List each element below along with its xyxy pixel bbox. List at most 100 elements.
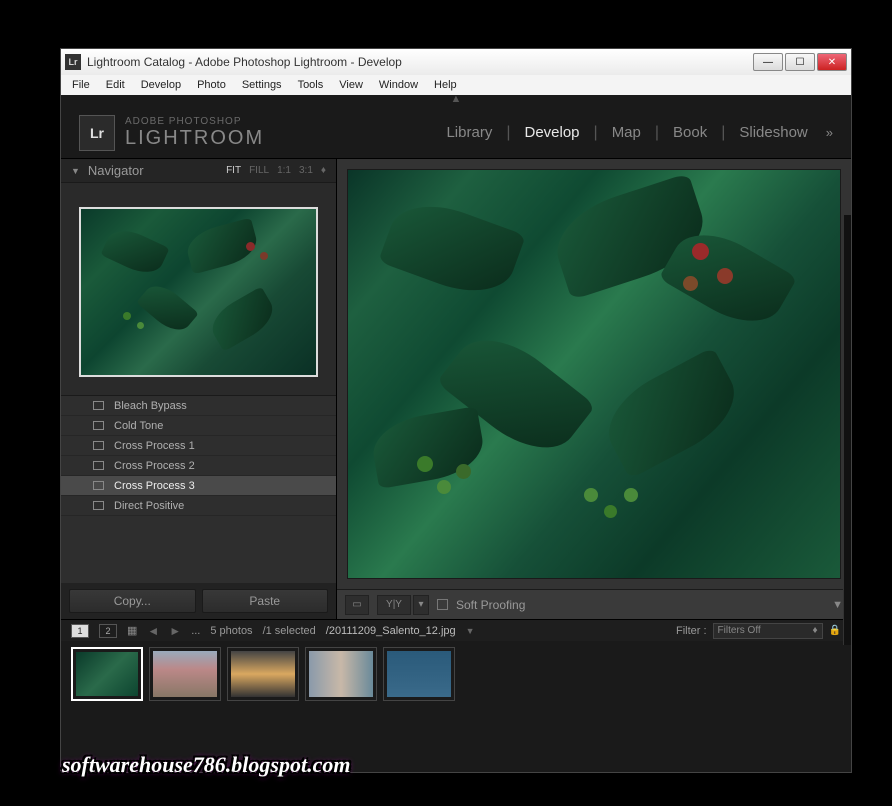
menu-file[interactable]: File	[65, 77, 97, 93]
menu-help[interactable]: Help	[427, 77, 464, 93]
main-image-view[interactable]	[347, 169, 841, 579]
nav-prev-icon[interactable]: ◄	[147, 624, 159, 638]
preset-label: Cross Process 3	[114, 480, 195, 492]
soft-proofing-checkbox[interactable]	[437, 599, 448, 610]
filmstrip-thumb[interactable]	[71, 647, 143, 701]
module-book[interactable]: Book	[667, 124, 713, 141]
menu-edit[interactable]: Edit	[99, 77, 132, 93]
module-picker: Library | Develop | Map | Book | Slidesh…	[440, 124, 833, 142]
brand-subtitle: ADOBE PHOTOSHOP	[125, 116, 264, 127]
navigator-preview[interactable]	[79, 207, 318, 377]
module-more-icon[interactable]: »	[822, 125, 833, 140]
filename-dropdown-icon[interactable]: ▼	[466, 626, 475, 636]
compare-group: Y|Y ▾	[377, 595, 429, 615]
photo-count: 5 photos	[210, 625, 252, 637]
menu-view[interactable]: View	[332, 77, 370, 93]
preset-label: Bleach Bypass	[114, 400, 187, 412]
preset-icon	[93, 401, 104, 410]
filter-label: Filter :	[676, 625, 707, 637]
menu-tools[interactable]: Tools	[291, 77, 331, 93]
navigator-header[interactable]: ▼ Navigator FIT FILL 1:1 3:1 ♦	[61, 159, 336, 183]
app-window: Lr Lightroom Catalog - Adobe Photoshop L…	[60, 48, 852, 773]
top-panel-toggle[interactable]: ▲	[61, 95, 851, 107]
module-map[interactable]: Map	[606, 124, 647, 141]
copy-button[interactable]: Copy...	[69, 589, 196, 613]
right-panel-toggle[interactable]	[843, 215, 851, 645]
selected-count: /1 selected	[263, 625, 316, 637]
left-panel: ▼ Navigator FIT FILL 1:1 3:1 ♦	[61, 159, 337, 619]
filmstrip[interactable]	[61, 641, 851, 707]
paste-button[interactable]: Paste	[202, 589, 329, 613]
menu-settings[interactable]: Settings	[235, 77, 289, 93]
screen-1-button[interactable]: 1	[71, 624, 89, 638]
preset-item[interactable]: Cross Process 1	[61, 436, 336, 456]
loupe-view-button[interactable]: ▭	[345, 595, 369, 615]
close-button[interactable]: ✕	[817, 53, 847, 71]
toolbar-expand-icon[interactable]: ▼	[832, 599, 843, 611]
copy-paste-bar: Copy... Paste	[61, 583, 336, 619]
screen-2-button[interactable]: 2	[99, 624, 117, 638]
zoom-fill[interactable]: FILL	[249, 165, 269, 176]
preset-label: Direct Positive	[114, 500, 184, 512]
preset-item[interactable]: Cross Process 3	[61, 476, 336, 496]
zoom-fit[interactable]: FIT	[226, 165, 241, 176]
navigator-title: Navigator	[88, 163, 144, 178]
preset-item[interactable]: Cold Tone	[61, 416, 336, 436]
menu-develop[interactable]: Develop	[134, 77, 188, 93]
brand-title: LIGHTROOM	[125, 127, 264, 150]
preset-icon	[93, 481, 104, 490]
brand-text: ADOBE PHOTOSHOP LIGHTROOM	[125, 116, 264, 150]
preset-item[interactable]: Cross Process 2	[61, 456, 336, 476]
preset-icon	[93, 421, 104, 430]
maximize-button[interactable]: ☐	[785, 53, 815, 71]
grid-icon[interactable]: ▦	[127, 624, 137, 637]
preset-label: Cold Tone	[114, 420, 163, 432]
module-develop[interactable]: Develop	[518, 124, 585, 141]
watermark-text: softwarehouse786.blogspot.com	[62, 752, 350, 778]
zoom-11[interactable]: 1:1	[277, 165, 291, 176]
main-area: ▼ Navigator FIT FILL 1:1 3:1 ♦	[61, 159, 851, 619]
preset-label: Cross Process 2	[114, 460, 195, 472]
preset-item[interactable]: Bleach Bypass	[61, 396, 336, 416]
titlebar: Lr Lightroom Catalog - Adobe Photoshop L…	[61, 49, 851, 75]
nav-ellipsis: ...	[191, 625, 200, 637]
preset-icon	[93, 441, 104, 450]
filmstrip-thumb[interactable]	[227, 647, 299, 701]
preset-item[interactable]: Direct Positive	[61, 496, 336, 516]
compare-button[interactable]: Y|Y	[377, 595, 411, 615]
navigator-zoom: FIT FILL 1:1 3:1 ♦	[226, 165, 326, 176]
lr-badge-icon: Lr	[79, 115, 115, 151]
window-title: Lightroom Catalog - Adobe Photoshop Ligh…	[87, 55, 747, 69]
collapse-icon: ▼	[71, 166, 80, 176]
filter-dropdown-icon: ♦	[812, 625, 817, 636]
app-icon: Lr	[65, 54, 81, 70]
filter-controls: Filter : Filters Off ♦ 🔒	[676, 623, 841, 639]
menu-photo[interactable]: Photo	[190, 77, 233, 93]
filmstrip-info-bar: 1 2 ▦ ◄ ► ... 5 photos /1 selected /2011…	[61, 619, 851, 641]
preset-icon	[93, 461, 104, 470]
preset-icon	[93, 501, 104, 510]
zoom-more-icon[interactable]: ♦	[321, 165, 326, 176]
menubar: File Edit Develop Photo Settings Tools V…	[61, 75, 851, 95]
identity-plate: Lr ADOBE PHOTOSHOP LIGHTROOM Library | D…	[61, 107, 851, 159]
menu-window[interactable]: Window	[372, 77, 425, 93]
zoom-31[interactable]: 3:1	[299, 165, 313, 176]
center-panel: ▭ Y|Y ▾ Soft Proofing ▼	[337, 159, 851, 619]
filter-select[interactable]: Filters Off ♦	[713, 623, 823, 639]
presets-list: Bleach Bypass Cold Tone Cross Process 1 …	[61, 395, 336, 583]
window-controls: — ☐ ✕	[753, 53, 847, 71]
filter-lock-icon[interactable]: 🔒	[829, 625, 841, 636]
filmstrip-thumb[interactable]	[149, 647, 221, 701]
module-slideshow[interactable]: Slideshow	[733, 124, 813, 141]
preset-label: Cross Process 1	[114, 440, 195, 452]
filmstrip-thumb[interactable]	[305, 647, 377, 701]
module-library[interactable]: Library	[440, 124, 498, 141]
filmstrip-thumb[interactable]	[383, 647, 455, 701]
nav-next-icon[interactable]: ►	[169, 624, 181, 638]
current-filename[interactable]: /20111209_Salento_12.jpg	[326, 625, 456, 637]
soft-proofing-label: Soft Proofing	[456, 598, 525, 612]
compare-dropdown-icon[interactable]: ▾	[413, 595, 429, 615]
develop-toolbar: ▭ Y|Y ▾ Soft Proofing ▼	[337, 589, 851, 619]
minimize-button[interactable]: —	[753, 53, 783, 71]
filter-value: Filters Off	[718, 625, 761, 636]
